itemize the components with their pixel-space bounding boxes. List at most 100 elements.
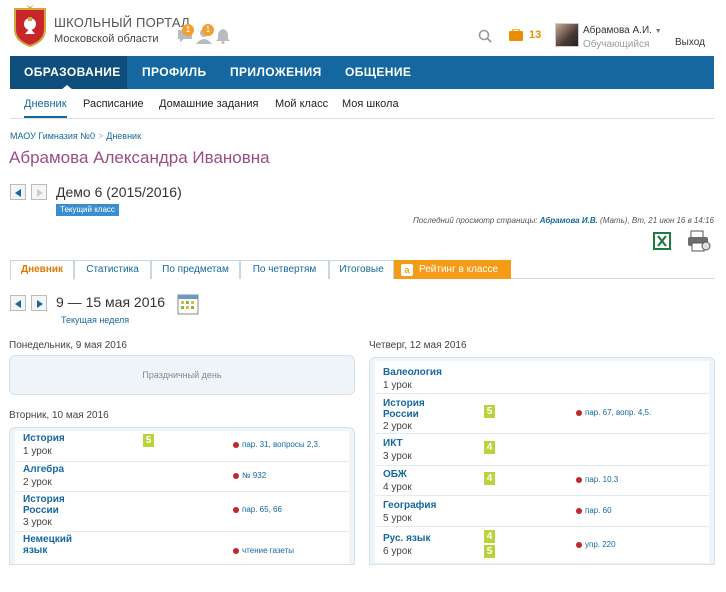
lesson-row[interactable]: История России 3 урок пар. 65, 66 (15, 492, 349, 532)
homework-text[interactable]: пар. 31, вопросы 2,3. (242, 440, 320, 449)
prev-period-button[interactable] (10, 184, 26, 200)
day-title-monday: Понедельник, 9 мая 2016 (9, 340, 127, 351)
marks: 4 5 (484, 530, 495, 560)
excel-export-icon[interactable] (653, 232, 671, 250)
sub-navigation: Дневник Расписание Домашние задания Мой … (10, 89, 714, 119)
nav-profile[interactable]: ПРОФИЛЬ (128, 56, 221, 89)
breadcrumb-school[interactable]: МАОУ Гимназия №0 (10, 131, 95, 141)
bell-icon[interactable] (214, 28, 232, 44)
portal-region[interactable]: Московской области (54, 33, 159, 45)
tab-final[interactable]: Итоговые (329, 260, 394, 279)
avatar[interactable] (555, 23, 579, 47)
lesson-subject[interactable]: ОБЖ (383, 469, 407, 480)
lesson-row[interactable]: История России 2 урок 5 пар. 67, вопр. 4… (375, 394, 709, 434)
lesson-row[interactable]: Рус. язык 6 урок 4 5 упр. 220 (375, 527, 709, 563)
homework: № 932 (233, 471, 266, 480)
homework-text[interactable]: упр. 220 (585, 540, 616, 549)
subnav-diary[interactable]: Дневник (24, 98, 67, 118)
last-view-info: Последний просмотр страницы: Абрамова И.… (413, 216, 714, 225)
tab-diary[interactable]: Дневник (10, 260, 74, 280)
print-icon[interactable] (687, 230, 711, 252)
mark[interactable]: 4 (484, 472, 495, 485)
lesson-subject[interactable]: Алгебра (23, 464, 64, 475)
lesson-number: 1 урок (383, 380, 412, 391)
subnav-my-school[interactable]: Моя школа (342, 98, 399, 110)
current-week-link[interactable]: Текущая неделя (61, 315, 129, 325)
homework-dot-icon (233, 472, 239, 479)
next-week-button[interactable] (31, 295, 47, 311)
lesson-subject[interactable]: История России (23, 494, 83, 516)
last-view-prefix: Последний просмотр страницы: (412, 216, 538, 225)
lesson-number: 5 урок (383, 513, 412, 524)
homework-text[interactable]: пар. 10.3 (585, 475, 618, 484)
diary-tabs: Дневник Статистика По предметам По четве… (10, 260, 714, 280)
logout-link[interactable]: Выход (675, 37, 705, 48)
coat-of-arms-logo[interactable] (12, 5, 48, 47)
lesson-number: 3 урок (383, 451, 412, 462)
day-title-tuesday: Вторник, 10 мая 2016 (9, 410, 109, 421)
lesson-number: 2 урок (23, 477, 52, 488)
calendar-icon[interactable] (177, 293, 199, 315)
tab-rating[interactable]: a Рейтинг в классе (394, 260, 511, 279)
lesson-subject[interactable]: Рус. язык (383, 533, 430, 544)
breadcrumb: МАОУ Гимназия №0 > Дневник (10, 131, 141, 141)
prev-week-button[interactable] (10, 295, 26, 311)
portfolio-icon[interactable] (509, 29, 523, 41)
nav-apps[interactable]: ПРИЛОЖЕНИЯ (216, 56, 336, 89)
mark[interactable]: 5 (143, 434, 154, 447)
lesson-subject[interactable]: Валеология (383, 367, 442, 378)
lesson-subject[interactable]: Немецкий язык (23, 534, 83, 556)
lesson-subject[interactable]: География (383, 500, 436, 511)
lesson-row[interactable]: История 1 урок 5 пар. 31, вопросы 2,3. (15, 431, 349, 462)
homework-text[interactable]: пар. 65, 66 (242, 505, 282, 514)
search-icon[interactable] (478, 29, 492, 43)
lesson-row[interactable]: Немецкий язык чтение газеты (15, 532, 349, 564)
breadcrumb-page[interactable]: Дневник (106, 131, 141, 141)
lesson-number: 4 урок (383, 482, 412, 493)
homework-text[interactable]: пар. 60 (585, 506, 612, 515)
tab-by-quarter[interactable]: По четвертям (240, 260, 329, 279)
mark[interactable]: 5 (484, 405, 495, 418)
breadcrumb-separator: > (97, 131, 104, 141)
tab-by-subject[interactable]: По предметам (151, 260, 240, 279)
homework: пар. 31, вопросы 2,3. (233, 440, 320, 449)
lesson-row[interactable]: Валеология 1 урок (375, 361, 709, 394)
homework: пар. 65, 66 (233, 505, 282, 514)
portfolio-count[interactable]: 13 (529, 29, 541, 41)
next-period-button[interactable] (31, 184, 47, 200)
lesson-subject[interactable]: История (23, 433, 65, 444)
lesson-row[interactable]: География 5 урок пар. 60 (375, 496, 709, 527)
chevron-down-icon: ▼ (654, 28, 662, 35)
subnav-my-class[interactable]: Мой класс (275, 98, 328, 110)
nav-communication[interactable]: ОБЩЕНИЕ (331, 56, 425, 89)
mark[interactable]: 4 (484, 441, 495, 454)
homework-dot-icon (233, 506, 239, 513)
last-view-user[interactable]: Абрамова И.В. (540, 216, 598, 225)
last-view-suffix: (Мать), Вт, 21 июн 16 в 14:16 (600, 216, 714, 225)
lesson-number: 3 урок (23, 517, 52, 528)
lesson-row[interactable]: ИКТ 3 урок 4 (375, 434, 709, 466)
marks: 4 (484, 441, 495, 456)
mark[interactable]: 4 (484, 530, 495, 543)
lesson-row[interactable]: Алгебра 2 урок № 932 (15, 462, 349, 492)
current-class-badge: Текущий класс (56, 204, 119, 216)
student-name: Абрамова Александра Ивановна (9, 148, 270, 167)
homework-text[interactable]: чтение газеты (242, 546, 294, 555)
homework-text[interactable]: № 932 (242, 471, 266, 480)
subnav-schedule[interactable]: Расписание (83, 98, 144, 110)
week-range: 9 — 15 мая 2016 (56, 294, 166, 310)
subnav-homework[interactable]: Домашние задания (159, 98, 258, 110)
homework-text[interactable]: пар. 67, вопр. 4,5. (585, 408, 651, 417)
rating-icon: a (401, 264, 413, 276)
homework-dot-icon (233, 547, 239, 554)
mark[interactable]: 5 (484, 545, 495, 558)
tab-rating-label: Рейтинг в классе (419, 264, 499, 275)
user-menu[interactable]: Абрамова А.И. ▼ (583, 25, 662, 36)
lesson-subject[interactable]: История России (383, 398, 443, 420)
lesson-number: 6 урок (383, 546, 412, 557)
portal-title[interactable]: Школьный портал (54, 15, 190, 30)
tab-statistics[interactable]: Статистика (74, 260, 151, 279)
homework-dot-icon (576, 507, 582, 514)
lesson-subject[interactable]: ИКТ (383, 438, 403, 449)
lesson-row[interactable]: ОБЖ 4 урок 4 пар. 10.3 (375, 466, 709, 496)
